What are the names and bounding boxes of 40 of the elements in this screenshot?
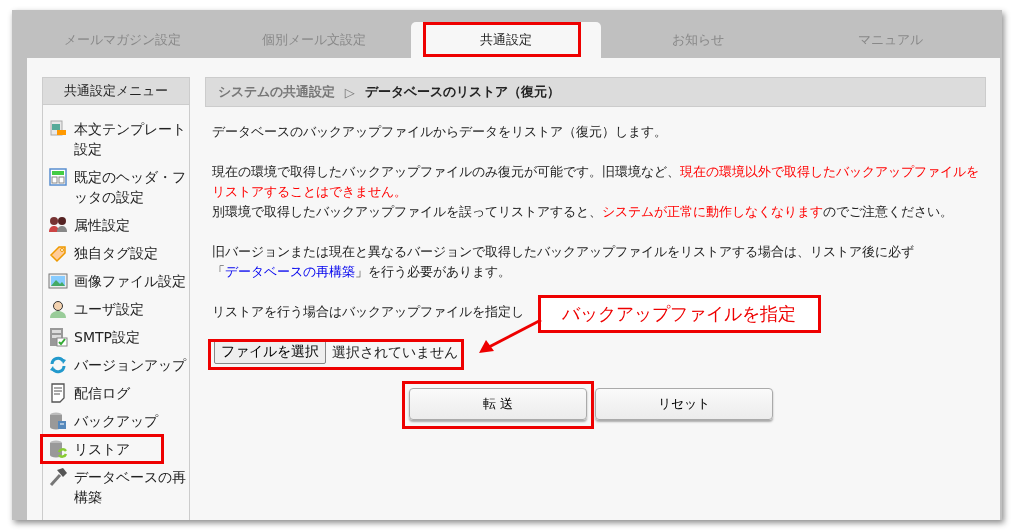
menu-item[interactable]: データベースの再構築 [43, 463, 187, 511]
link[interactable]: データベースの再構築 [224, 264, 355, 279]
menu-item[interactable]: 配信ログ [43, 379, 187, 407]
form-button[interactable]: 転 送 [409, 388, 588, 420]
refresh-icon [48, 355, 68, 375]
paragraph: 現在の環境で取得したバックアップファイルのみ復元が可能です。旧環境など、現在の環境以外で取得したバックアップファイルをリストアすることはできません。 [211, 163, 979, 201]
paragraph: データベースのバックアップファイルからデータをリストア（復元）します。 [211, 123, 667, 141]
layout-icon [48, 167, 68, 187]
tag-icon [48, 243, 68, 263]
menu-item[interactable]: バージョンアップ [43, 351, 187, 379]
menu-item[interactable]: 既定のヘッダ・フッタの設定 [43, 163, 187, 211]
callout-label: バックアップファイルを指定 [537, 295, 821, 333]
user-icon [48, 299, 68, 319]
hammer-icon [48, 467, 68, 487]
page-title: データベースのリストア（復元） [364, 83, 560, 101]
template-icon [48, 119, 68, 139]
people-icon [48, 215, 68, 235]
paragraph: 旧バージョンまたは現在と異なるバージョンで取得したバックアップファイルをリストアする場合は、リストア後に必ず「データベースの再構築」を行う必要があります。 [211, 243, 915, 281]
menu-item[interactable]: 本文テンプレート設定 [43, 115, 187, 163]
choose-file-button[interactable]: ファイルを選択 [213, 340, 326, 364]
document-icon [48, 383, 68, 403]
image-icon [48, 271, 68, 291]
menu-title: 共通設定メニュー [43, 78, 189, 105]
breadcrumb-separator: ▷ [344, 84, 355, 100]
server-icon [48, 327, 68, 347]
menu-item[interactable]: SMTP設定 [43, 323, 187, 351]
menu-item[interactable]: 属性設定 [43, 211, 187, 239]
menu-item[interactable]: 画像ファイル設定 [43, 267, 187, 295]
menu-item[interactable]: 独自タグ設定 [43, 239, 187, 267]
callout-arrow [478, 318, 542, 353]
menu-item[interactable]: ユーザ設定 [43, 295, 187, 323]
paragraph: リストアを行う場合はバックアップファイルを指定し [211, 303, 524, 321]
tab[interactable]: 共通設定 [411, 22, 601, 58]
paragraph: 別環境で取得したバックアップファイルを誤ってリストアすると、システムが正常に動作しなくなりますのでご注意ください。 [211, 203, 953, 221]
database-icon [48, 411, 68, 431]
menu-item[interactable]: リストア [43, 435, 187, 463]
file-status: 選択されていません [331, 343, 458, 362]
menu-item[interactable]: バックアップ [43, 407, 187, 435]
form-button[interactable]: リセット [595, 388, 774, 420]
database-icon [48, 439, 68, 459]
